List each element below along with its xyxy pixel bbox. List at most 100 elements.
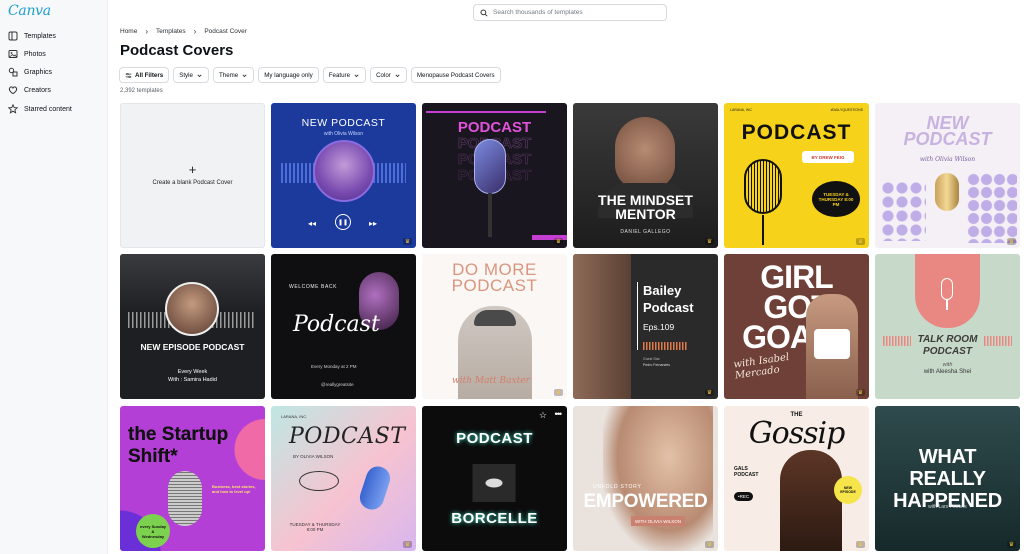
- template-card[interactable]: NEW EPISODE PODCAST Every Week With : Sa…: [120, 254, 265, 399]
- create-blank-label: Create a blank Podcast Cover: [152, 180, 233, 186]
- breadcrumb: Home › Templates › Podcast Cover: [120, 27, 247, 36]
- template-subtitle: BY DREW FEIG: [802, 151, 854, 163]
- create-blank-tile[interactable]: + Create a blank Podcast Cover: [120, 103, 265, 248]
- style-filter[interactable]: Style: [173, 67, 209, 83]
- host-photo: [615, 117, 675, 189]
- theme-filter[interactable]: Theme: [212, 67, 255, 83]
- premium-crown-icon: [403, 541, 412, 548]
- template-card[interactable]: ☆ ••• PODCAST BORCELLE: [422, 406, 567, 551]
- search-input[interactable]: [493, 9, 663, 16]
- template-card[interactable]: PODCAST PODCAST PODCAST PODCAST: [422, 103, 567, 248]
- breadcrumb-home[interactable]: Home: [120, 28, 137, 35]
- flowers-left: [881, 181, 926, 241]
- template-count: 2,392 templates: [120, 88, 163, 94]
- premium-crown-icon: [705, 389, 714, 396]
- template-title: PODCAST: [456, 430, 533, 447]
- breadcrumb-templates[interactable]: Templates: [156, 28, 186, 35]
- gold-microphone: [935, 173, 959, 211]
- template-schedule: every Sunday & Wednesday: [136, 514, 170, 548]
- star-icon[interactable]: ☆: [539, 410, 547, 421]
- template-title: PODCAST: [741, 121, 852, 144]
- all-filters-label: All Filters: [135, 71, 164, 79]
- feature-filter-label: Feature: [328, 71, 351, 79]
- all-filters-button[interactable]: All Filters: [119, 67, 170, 83]
- plus-icon: +: [188, 162, 197, 177]
- theme-filter-label: Theme: [218, 71, 239, 79]
- sidebar-item-photos[interactable]: Photos: [8, 46, 46, 62]
- template-card[interactable]: UNFOLD STORY EMPOWERED WITH OLIVIA WILSO…: [573, 406, 718, 551]
- template-title: NEW EPISODE PODCAST: [140, 342, 245, 352]
- sidebar-item-creators[interactable]: Creators: [8, 82, 51, 98]
- breadcrumb-current: Podcast Cover: [204, 28, 247, 35]
- star-icon: [8, 104, 18, 114]
- chevron-down-icon: [242, 74, 247, 77]
- template-host: With : Samira Hadid: [168, 377, 217, 383]
- template-card[interactable]: WHAT REALLY HAPPENED with Lars Peeters: [875, 406, 1020, 551]
- suggestion-chip[interactable]: Menopause Podcast Covers: [410, 67, 501, 83]
- template-title: PODCAST: [457, 119, 532, 136]
- sidebar-item-label: Creators: [24, 86, 51, 94]
- template-card[interactable]: the Startup Shift* Business, best storie…: [120, 406, 265, 551]
- chevron-down-icon: [354, 74, 359, 77]
- template-card[interactable]: Bailey Podcast Eps.109 Guest Star Pedro …: [573, 254, 718, 399]
- template-title: NEW PODCAST: [903, 113, 992, 149]
- page-title: Podcast Covers: [120, 42, 234, 59]
- template-card[interactable]: NEW PODCAST with Olivia Wilson: [875, 103, 1020, 248]
- premium-crown-icon: [705, 238, 714, 245]
- template-card[interactable]: LARANA, INC #DAILYQUESTIONS PODCAST BY D…: [724, 103, 869, 248]
- template-tagline: Business, best stories, and how to level…: [212, 484, 256, 494]
- template-title: DO MORE PODCAST: [451, 260, 538, 295]
- language-filter[interactable]: My language only: [258, 67, 319, 83]
- premium-crown-icon: [403, 238, 412, 245]
- template-title: THE MINDSET MENTOR: [598, 192, 693, 222]
- premium-crown-icon: [856, 541, 865, 548]
- template-card[interactable]: THE Gossip GALS PODCAST •REC NEW EPISODE: [724, 406, 869, 551]
- host-photo: [603, 406, 713, 551]
- template-card[interactable]: GIRL GOT GOALS with Isabel Mercado: [724, 254, 869, 399]
- host-photo: [313, 140, 375, 202]
- rec-badge: •REC: [734, 492, 754, 501]
- hat-shape: [474, 310, 516, 326]
- host-photo: [165, 282, 219, 336]
- template-title: WHAT REALLY HAPPENED: [893, 446, 1002, 512]
- sidebar-item-templates[interactable]: Templates: [8, 28, 56, 44]
- template-subtitle: WELCOME BACK: [289, 284, 338, 290]
- sidebar-item-label: Graphics: [24, 68, 53, 76]
- sidebar-item-label: Photos: [24, 50, 46, 58]
- mic-stand: [762, 215, 764, 245]
- template-guest: Pedro Fernandes: [643, 363, 671, 367]
- feature-filter[interactable]: Feature: [322, 67, 367, 83]
- canva-logo[interactable]: Canva: [8, 3, 51, 19]
- sidebar-item-graphics[interactable]: Graphics: [8, 64, 52, 80]
- sidebar-item-starred[interactable]: Starred content: [8, 101, 72, 117]
- template-top-left: LARANA, INC: [730, 108, 752, 112]
- more-options-icon[interactable]: •••: [555, 409, 563, 419]
- template-handle: @reallygreatsite: [321, 382, 354, 387]
- template-card[interactable]: DO MORE PODCAST with Matt Baxter: [422, 254, 567, 399]
- host-photo: [780, 450, 842, 551]
- microphone-image: [474, 139, 506, 194]
- template-title: Gossip: [748, 416, 846, 451]
- host-photo: [573, 254, 631, 399]
- premium-crown-icon: [554, 389, 563, 396]
- mic-stand: [946, 300, 948, 310]
- template-card[interactable]: NEW PODCAST with Olivia Wilson ◂◂ ❚❚ ▸▸: [271, 103, 416, 248]
- new-episode-badge: NEW EPISODE: [834, 476, 862, 504]
- template-card[interactable]: LARANA, INC. PODCAST BY OLIVIA WILSON TU…: [271, 406, 416, 551]
- color-filter[interactable]: Color: [370, 67, 407, 83]
- search-bar: [473, 4, 667, 21]
- sidebar-item-label: Starred content: [24, 105, 72, 113]
- search-icon: [480, 8, 488, 17]
- microphone-image: [356, 463, 394, 513]
- template-title: the Startup Shift*: [128, 424, 229, 467]
- microphone-icon: [941, 278, 953, 300]
- template-card[interactable]: WELCOME BACK Podcast Every Monday at 2 P…: [271, 254, 416, 399]
- chevron-right-icon: ›: [145, 27, 149, 36]
- template-card[interactable]: TALK ROOM PODCAST with with Aleesha Shei: [875, 254, 1020, 399]
- tank-top: [814, 329, 850, 359]
- sliders-icon: [125, 72, 132, 78]
- template-subtitle: DANIEL GALLEGO: [620, 229, 671, 235]
- accent-line: [426, 111, 546, 113]
- template-card[interactable]: THE MINDSET MENTOR DANIEL GALLEGO: [573, 103, 718, 248]
- pause-icon: ❚❚: [335, 214, 351, 230]
